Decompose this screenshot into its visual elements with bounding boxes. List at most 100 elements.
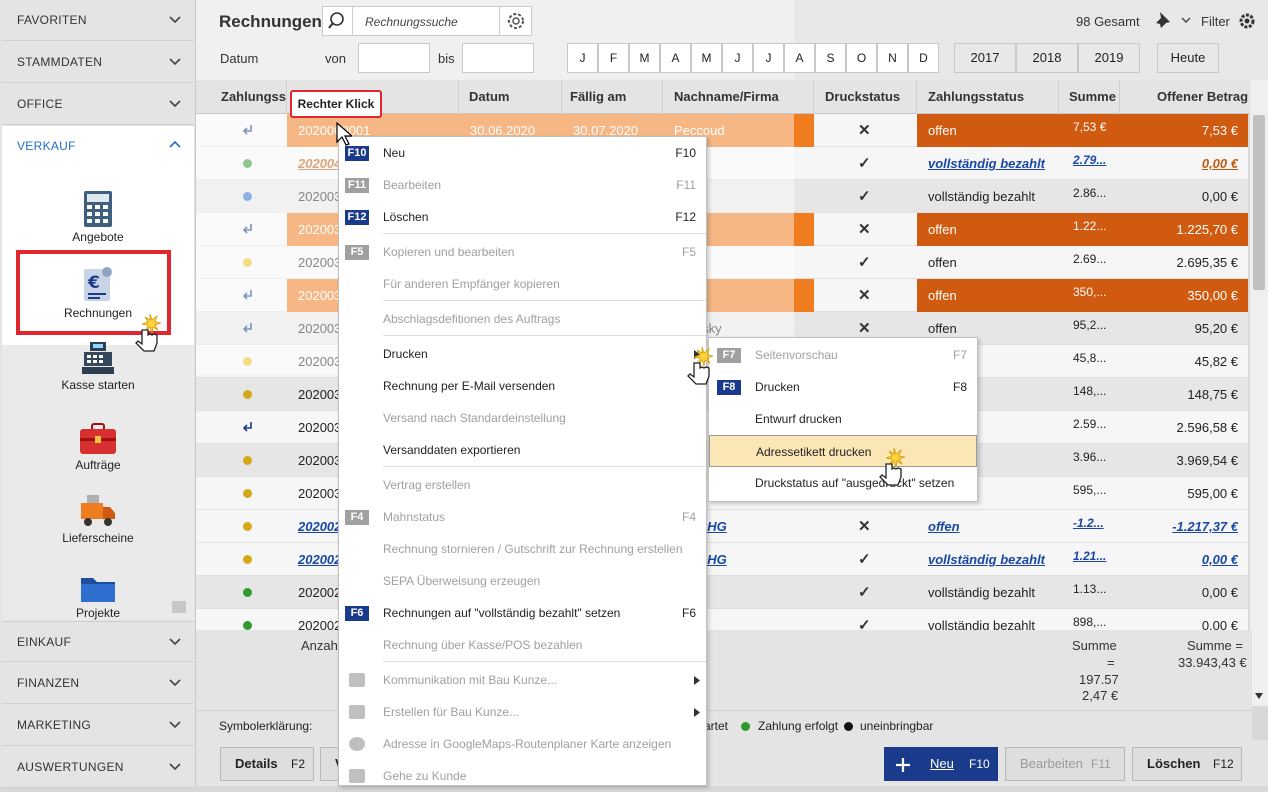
nav-einkauf[interactable]: EINKAUF — [2, 621, 194, 662]
menu-item[interactable]: F6 Rechnungen auf "vollständig bezahlt" s… — [339, 597, 706, 629]
menu-item[interactable]: F11 Bearbeiten F11 — [339, 169, 706, 201]
filter-label[interactable]: Filter — [1201, 14, 1230, 29]
year-2018-button[interactable]: 2018 — [1016, 43, 1078, 73]
search-icon[interactable] — [323, 7, 353, 35]
col-zahlungsstatus[interactable]: Zahlungsstatus — [917, 80, 1059, 114]
month-button[interactable]: O — [846, 43, 877, 73]
nav-auswertungen[interactable]: AUSWERTUNGEN — [2, 747, 194, 788]
folder-icon — [81, 578, 115, 602]
submenu-item[interactable]: F8 Drucken F8 — [709, 371, 977, 403]
briefcase-icon — [80, 423, 116, 454]
menu-item[interactable]: Gehe zu Kunde — [339, 760, 706, 792]
cash-register-icon — [82, 342, 114, 374]
gear-icon[interactable] — [1237, 11, 1257, 31]
menu-item[interactable]: Erstellen für Bau Kunze... — [339, 696, 706, 728]
menu-item[interactable]: Versanddaten exportieren — [339, 434, 706, 466]
month-button[interactable]: M — [691, 43, 722, 73]
submenu-item[interactable]: Druckstatus auf "ausgedruckt" setzen — [709, 467, 977, 499]
nav-stammdaten[interactable]: STAMMDATEN — [2, 42, 194, 83]
return-arrow-icon — [242, 290, 252, 300]
chevron-down-icon — [169, 721, 181, 729]
col-druckstatus[interactable]: Druckstatus — [814, 80, 917, 114]
search-box[interactable]: Rechnungssuche — [322, 6, 532, 36]
edit-button[interactable]: Bearbeiten F11 — [1005, 747, 1125, 781]
chevron-up-icon — [169, 140, 181, 148]
menu-item[interactable]: Abschlagsdefitionen des Auftrags — [339, 303, 706, 335]
collapse-toggle-icon[interactable] — [172, 601, 186, 613]
menu-item-label: Für anderen Empfänger kopieren — [383, 277, 560, 291]
month-button[interactable]: J — [753, 43, 784, 73]
menu-item[interactable]: Vertrag erstellen — [339, 469, 706, 501]
month-button[interactable]: A — [660, 43, 691, 73]
search-settings-icon[interactable] — [499, 7, 531, 35]
month-button[interactable]: J — [567, 43, 598, 73]
submenu-item[interactable]: Adressetikett drucken — [709, 435, 977, 467]
month-button[interactable]: M — [629, 43, 660, 73]
sum-value: 148,... — [1073, 384, 1107, 398]
shortcut-badge: F10 — [345, 146, 369, 161]
new-button[interactable]: Neu F10 — [884, 747, 998, 781]
col-offener-betrag[interactable]: Offener Betrag — [1120, 80, 1252, 114]
scroll-down-icon[interactable] — [1254, 692, 1264, 700]
tile-projekte[interactable]: Projekte — [2, 574, 194, 620]
month-button[interactable]: N — [877, 43, 908, 73]
open-amount: 2.596,58 € — [1176, 420, 1238, 435]
shortcut-badge: F8 — [717, 380, 741, 395]
year-2017-button[interactable]: 2017 — [954, 43, 1016, 73]
tile-lieferscheine[interactable]: Lieferscheine — [2, 493, 194, 545]
col-faellig[interactable]: Fällig am — [562, 80, 663, 114]
nav-favoriten[interactable]: FAVORITEN — [2, 0, 194, 41]
print-status-icon: ✕ — [858, 518, 871, 535]
menu-item[interactable]: Drucken — [339, 338, 706, 370]
table-scrollbar[interactable] — [1250, 80, 1268, 706]
menu-item[interactable]: Rechnung über Kasse/POS bezahlen — [339, 629, 706, 661]
month-button[interactable]: S — [815, 43, 846, 73]
status-dot-icon — [243, 522, 252, 531]
nav-verkauf[interactable]: VERKAUF — [2, 126, 194, 167]
open-amount: 95,20 € — [1194, 321, 1238, 336]
delete-button[interactable]: Löschen F12 — [1132, 747, 1242, 781]
menu-item[interactable]: Versand nach Standardeinstellung — [339, 402, 706, 434]
nav-label: STAMMDATEN — [17, 55, 103, 69]
menu-item[interactable]: Rechnung stornieren / Gutschrift zur Rec… — [339, 533, 706, 565]
summe-eq: = — [1107, 655, 1115, 670]
menu-item[interactable]: F10 Neu F10 — [339, 137, 706, 169]
menu-item[interactable]: F4 Mahnstatus F4 — [339, 501, 706, 533]
month-button[interactable]: D — [908, 43, 939, 73]
menu-item[interactable]: Rechnung per E-Mail versenden — [339, 370, 706, 402]
month-button[interactable]: J — [722, 43, 753, 73]
submenu-item[interactable]: Entwurf drucken — [709, 403, 977, 435]
col-zahlungss[interactable]: Zahlungss — [213, 80, 287, 114]
new-label: Neu — [930, 756, 954, 771]
nav-office[interactable]: OFFICE — [2, 84, 194, 125]
submenu-item[interactable]: F7 Seitenvorschau F7 — [709, 339, 977, 371]
tile-angebote[interactable]: Angebote — [2, 190, 194, 244]
menu-item[interactable]: Für anderen Empfänger kopieren — [339, 268, 706, 300]
tile-auftraege[interactable]: Aufträge — [2, 422, 194, 472]
context-menu: F10 Neu F10 F11 Bearbeiten F11 F12 Löschen F12 F5… — [338, 136, 707, 786]
col-datum[interactable]: Datum — [459, 80, 562, 114]
col-summe[interactable]: Summe — [1059, 80, 1120, 114]
month-button[interactable]: F — [598, 43, 629, 73]
menu-item[interactable]: F12 Löschen F12 — [339, 201, 706, 233]
menu-item[interactable]: F5 Kopieren und bearbeiten F5 — [339, 236, 706, 268]
details-button[interactable]: Details F2 — [220, 747, 314, 781]
sum-value: 2.86... — [1073, 186, 1107, 200]
print-status-icon: ✓ — [858, 155, 871, 172]
today-button[interactable]: Heute — [1157, 43, 1219, 73]
menu-separator — [383, 335, 706, 336]
date-from-input[interactable] — [358, 43, 430, 73]
menu-item[interactable]: Kommunikation mit Bau Kunze... — [339, 664, 706, 696]
nav-finanzen[interactable]: FINANZEN — [2, 663, 194, 704]
pin-icon[interactable] — [1152, 10, 1174, 32]
shortcut-badge: F4 — [345, 510, 369, 525]
date-to-input[interactable] — [462, 43, 534, 73]
menu-item[interactable]: SEPA Überweisung erzeugen — [339, 565, 706, 597]
month-button[interactable]: A — [784, 43, 815, 73]
nav-marketing[interactable]: MARKETING — [2, 705, 194, 746]
year-2019-button[interactable]: 2019 — [1078, 43, 1140, 73]
chevron-down-icon[interactable] — [1180, 14, 1192, 26]
col-name[interactable]: Nachname/Firma — [663, 80, 814, 114]
scrollbar-thumb[interactable] — [1253, 115, 1265, 290]
menu-item[interactable]: Adresse in GoogleMaps-Routenplaner Karte… — [339, 728, 706, 760]
